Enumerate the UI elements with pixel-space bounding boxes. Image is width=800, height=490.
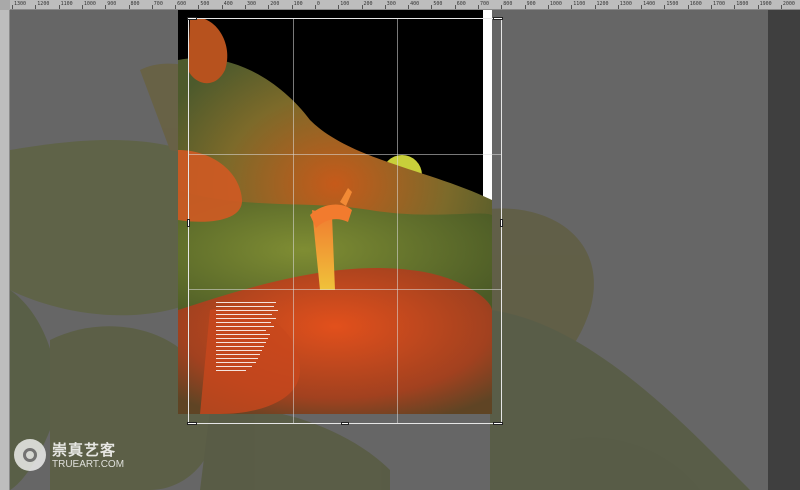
crop-handle-top-left[interactable] bbox=[187, 17, 197, 20]
watermark-logo-icon bbox=[14, 439, 46, 471]
ruler-tick-label: 500 bbox=[433, 1, 443, 7]
ruler-tick-label: 1000 bbox=[549, 1, 562, 7]
ruler-tick bbox=[664, 5, 666, 9]
ruler-tick-label: 900 bbox=[526, 1, 536, 7]
crop-grid-line bbox=[293, 19, 294, 423]
ruler-tick-label: 100 bbox=[340, 1, 350, 7]
ruler-tick-label: 1500 bbox=[666, 1, 679, 7]
ruler-tick bbox=[501, 5, 503, 9]
ruler-tick-label: 1000 bbox=[83, 1, 96, 7]
ruler-tick-label: 200 bbox=[270, 1, 280, 7]
ruler-tick bbox=[291, 5, 293, 9]
ruler-tick-label: 1200 bbox=[596, 1, 609, 7]
vertical-ruler[interactable] bbox=[0, 10, 10, 490]
ruler-tick bbox=[617, 5, 619, 9]
ruler-tick bbox=[757, 5, 759, 9]
ruler-tick-label: 300 bbox=[386, 1, 396, 7]
horizontal-ruler[interactable]: 1300 1200 1100 1000 900 800 700 600 500 400 300 200… bbox=[0, 0, 800, 10]
ruler-tick bbox=[408, 5, 410, 9]
crop-box[interactable] bbox=[187, 17, 503, 425]
ruler-tick bbox=[81, 5, 83, 9]
ruler-tick-label: 1800 bbox=[736, 1, 749, 7]
crop-handle-bottom-right[interactable] bbox=[493, 422, 503, 425]
ruler-tick bbox=[128, 5, 130, 9]
ruler-tick-label: 700 bbox=[153, 1, 163, 7]
crop-handle-bottom-left[interactable] bbox=[187, 422, 197, 425]
crop-grid-line bbox=[189, 289, 501, 290]
ruler-tick-label: 1100 bbox=[573, 1, 586, 7]
watermark: 崇真艺客 TRUEART.COM bbox=[14, 437, 134, 473]
ruler-tick bbox=[268, 5, 270, 9]
ruler-tick-label: 1200 bbox=[37, 1, 50, 7]
ruler-tick bbox=[198, 5, 200, 9]
ruler-tick bbox=[594, 5, 596, 9]
ruler-tick-label: 1100 bbox=[60, 1, 73, 7]
ruler-tick-label: 400 bbox=[410, 1, 420, 7]
ruler-tick bbox=[338, 5, 340, 9]
watermark-chinese: 崇真艺客 bbox=[52, 441, 117, 459]
ruler-tick bbox=[431, 5, 433, 9]
ruler-tick bbox=[571, 5, 573, 9]
ruler-tick bbox=[687, 5, 689, 9]
ruler-tick-label: 100 bbox=[293, 1, 303, 7]
ruler-tick bbox=[58, 5, 60, 9]
ruler-tick bbox=[105, 5, 107, 9]
ruler-tick-label: 1300 bbox=[619, 1, 632, 7]
watermark-english: TRUEART.COM bbox=[52, 459, 125, 470]
ruler-tick bbox=[734, 5, 736, 9]
side-panel bbox=[768, 10, 800, 490]
ruler-tick bbox=[547, 5, 549, 9]
ruler-tick-label: 600 bbox=[177, 1, 187, 7]
ruler-tick bbox=[454, 5, 456, 9]
ruler-tick bbox=[384, 5, 386, 9]
ruler-tick-label: 2000 bbox=[782, 1, 795, 7]
crop-grid-line bbox=[189, 154, 501, 155]
crop-handle-left[interactable] bbox=[187, 219, 190, 227]
document-canvas[interactable] bbox=[10, 10, 768, 490]
ruler-tick-label: 200 bbox=[363, 1, 373, 7]
crop-handle-bottom[interactable] bbox=[341, 422, 349, 425]
crop-handle-top-right[interactable] bbox=[493, 17, 503, 20]
ruler-tick-label: 1400 bbox=[643, 1, 656, 7]
ruler-tick-label: 1300 bbox=[14, 1, 27, 7]
ruler-tick bbox=[361, 5, 363, 9]
crop-handle-right[interactable] bbox=[500, 219, 503, 227]
ruler-tick-label: 800 bbox=[503, 1, 513, 7]
ruler-tick-label: 300 bbox=[247, 1, 257, 7]
ruler-tick-label: 400 bbox=[223, 1, 233, 7]
ruler-tick-label: 500 bbox=[200, 1, 210, 7]
ruler-tick bbox=[478, 5, 479, 9]
ruler-tick-label: 1600 bbox=[689, 1, 702, 7]
ruler-tick bbox=[35, 5, 37, 9]
ruler-tick-label: 600 bbox=[456, 1, 466, 7]
ruler-tick bbox=[314, 5, 316, 9]
ruler-tick-label: 700 bbox=[480, 1, 490, 7]
ruler-tick bbox=[221, 5, 223, 9]
ruler-tick-label: 800 bbox=[130, 1, 140, 7]
ruler-tick bbox=[12, 5, 13, 9]
ruler-tick bbox=[175, 5, 177, 9]
ruler-tick-label: 0 bbox=[316, 1, 320, 7]
ruler-tick-label: 900 bbox=[107, 1, 117, 7]
ruler-tick bbox=[641, 5, 643, 9]
crop-grid-line bbox=[397, 19, 398, 423]
ruler-origin[interactable] bbox=[0, 0, 10, 10]
ruler-tick bbox=[245, 5, 246, 9]
ruler-tick bbox=[524, 5, 526, 9]
ruler-tick-label: 1900 bbox=[759, 1, 772, 7]
ruler-tick-label: 1700 bbox=[713, 1, 726, 7]
ruler-tick bbox=[780, 5, 782, 9]
ruler-tick bbox=[151, 5, 153, 9]
ruler-tick bbox=[711, 5, 712, 9]
